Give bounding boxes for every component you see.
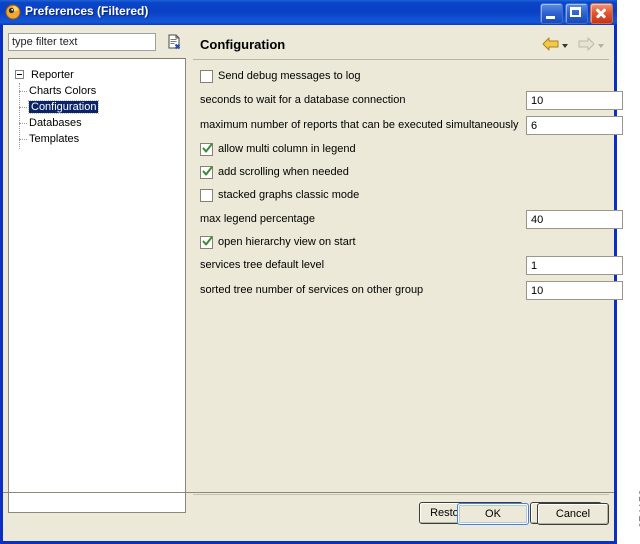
tree-item-label: Templates — [29, 133, 80, 145]
check-icon — [202, 143, 213, 154]
setting-label: Send debug messages to log — [218, 70, 361, 82]
preferences-window: Preferences (Filtered) type filter text … — [0, 0, 623, 544]
search-input[interactable] — [8, 33, 156, 51]
filter-row — [8, 33, 183, 53]
settings-pane: Send debug messages to log seconds to wa… — [193, 60, 623, 524]
setting-row: services tree default level — [200, 256, 623, 276]
setting-label: stacked graphs classic mode — [218, 189, 360, 201]
right-column: Configuration Send debug messages to log… — [188, 25, 623, 541]
page-title: Configuration — [200, 37, 286, 52]
back-history-chevron-down-icon[interactable] — [562, 43, 568, 48]
setting-row: add scrolling when needed — [200, 164, 605, 184]
dialog-button-row: OK Cancel — [457, 503, 609, 525]
setting-row: stacked graphs classic mode — [200, 187, 605, 207]
check-icon — [202, 236, 213, 247]
setting-label: sorted tree number of services on other … — [200, 284, 424, 296]
setting-row: Send debug messages to log — [200, 68, 605, 88]
window-title: Preferences (Filtered) — [25, 4, 149, 18]
setting-row: max legend percentage — [200, 210, 623, 230]
tree-connector — [19, 107, 27, 108]
setting-label: open hierarchy view on start — [218, 236, 356, 248]
setting-row: allow multi column in legend — [200, 141, 605, 161]
back-arrow-icon[interactable] — [542, 37, 559, 54]
history-navigation — [542, 37, 604, 54]
tree-item-configuration[interactable]: Configuration — [27, 99, 100, 115]
tree-connector — [19, 123, 27, 124]
input-seconds-to-wait[interactable] — [526, 91, 623, 110]
clear-filter-icon[interactable] — [166, 34, 182, 50]
minimize-button[interactable] — [540, 3, 563, 24]
setting-label: services tree default level — [200, 259, 325, 271]
ok-button[interactable]: OK — [457, 503, 529, 525]
checkbox-send-debug-messages[interactable] — [200, 70, 213, 83]
setting-row: maximum number of reports that can be ex… — [200, 116, 623, 136]
setting-label: allow multi column in legend — [218, 143, 356, 155]
forward-arrow-icon — [578, 37, 595, 54]
preferences-app-icon — [5, 4, 21, 20]
preference-tree[interactable]: Reporter Charts Colors Configuration Dat… — [8, 58, 186, 513]
checkbox-add-scrolling-when-needed[interactable] — [200, 166, 213, 179]
tree-item-label: Databases — [29, 117, 82, 129]
input-max-reports-simultaneously[interactable] — [526, 116, 623, 135]
checkbox-allow-multi-column-in-legend[interactable] — [200, 143, 213, 156]
setting-label: add scrolling when needed — [218, 166, 349, 178]
setting-label: seconds to wait for a database connectio… — [200, 94, 406, 106]
window-controls — [540, 3, 613, 24]
cancel-button[interactable]: Cancel — [537, 503, 609, 525]
collapse-icon[interactable] — [15, 70, 24, 79]
input-services-tree-default-level[interactable] — [526, 256, 623, 275]
title-bar[interactable]: Preferences (Filtered) — [0, 0, 617, 25]
checkbox-open-hierarchy-view-on-start[interactable] — [200, 236, 213, 249]
tree-node-label: Reporter — [31, 69, 74, 81]
tree-connector — [19, 91, 27, 92]
tree-item-databases[interactable]: Databases — [29, 115, 82, 131]
setting-row: seconds to wait for a database connectio… — [200, 91, 623, 111]
forward-history-chevron-down-icon — [598, 43, 604, 48]
input-max-legend-percentage[interactable] — [526, 210, 623, 229]
dialog-divider — [3, 492, 614, 493]
left-column: Reporter Charts Colors Configuration Dat… — [3, 25, 188, 541]
setting-label: max legend percentage — [200, 213, 315, 225]
tree-item-charts-colors[interactable]: Charts Colors — [29, 83, 96, 99]
panel-divider — [193, 494, 609, 495]
screenshot-root: Preferences (Filtered) type filter text … — [0, 0, 640, 544]
setting-row: sorted tree number of services on other … — [200, 281, 623, 301]
tree-item-label: Configuration — [27, 100, 100, 114]
maximize-button[interactable] — [565, 3, 588, 24]
tree-connector — [19, 139, 27, 140]
tree-item-label: Charts Colors — [29, 85, 97, 97]
input-sorted-tree-other-group[interactable] — [526, 281, 623, 300]
tree-item-templates[interactable]: Templates — [29, 131, 79, 147]
checkbox-stacked-graphs-classic-mode[interactable] — [200, 189, 213, 202]
close-button[interactable] — [590, 3, 613, 24]
setting-label: maximum number of reports that can be ex… — [200, 119, 519, 131]
setting-row: open hierarchy view on start — [200, 234, 605, 254]
check-icon — [202, 166, 213, 177]
